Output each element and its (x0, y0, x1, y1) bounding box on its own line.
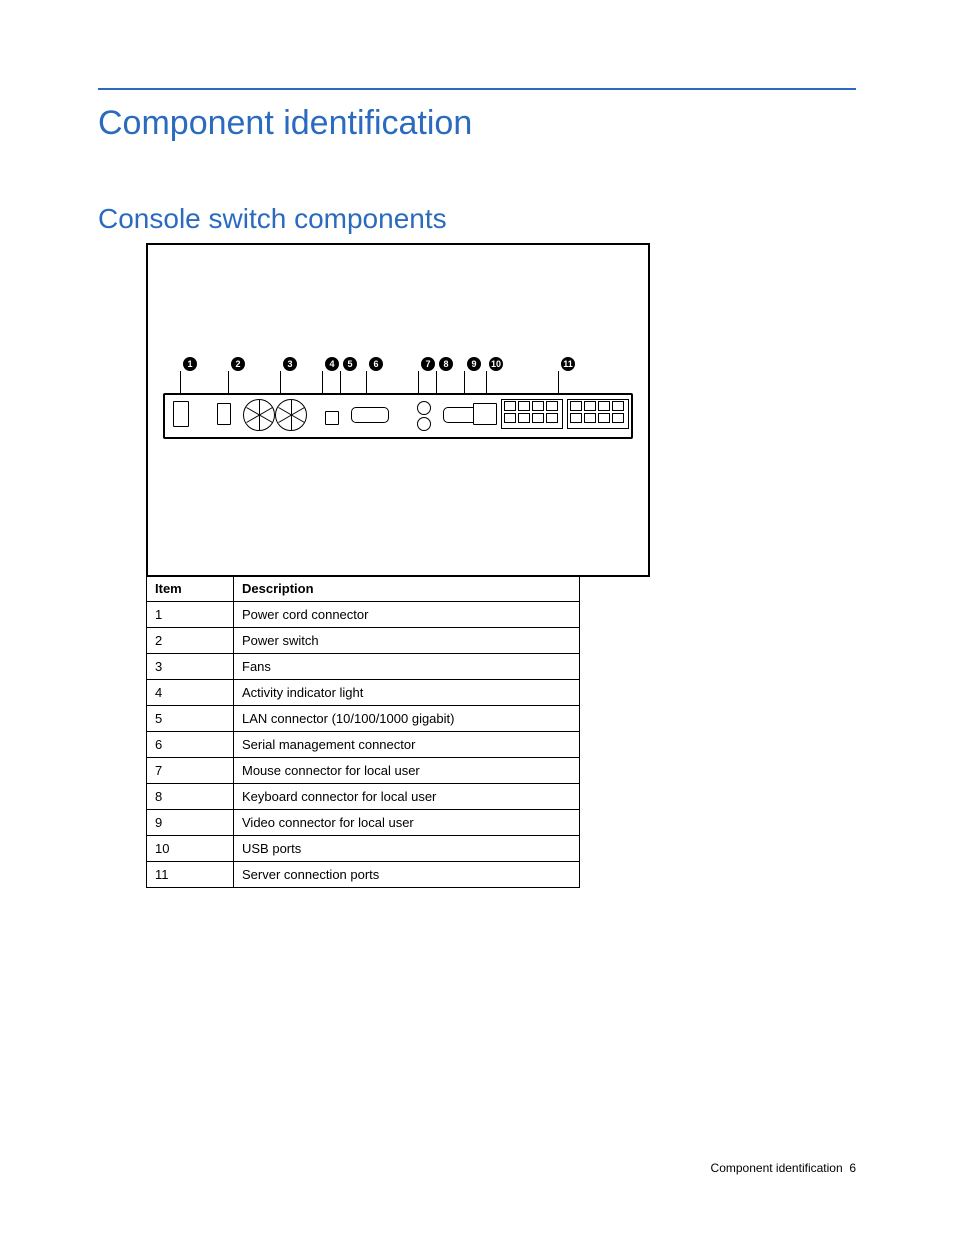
table-row: 6Serial management connector (147, 732, 580, 758)
table-cell: 8 (147, 784, 234, 810)
table-cell: 4 (147, 680, 234, 706)
table-row: 1Power cord connector (147, 602, 580, 628)
leader-line (322, 371, 323, 393)
table-cell: 11 (147, 862, 234, 888)
table-row: 11Server connection ports (147, 862, 580, 888)
leader-line (418, 371, 419, 393)
table-cell: Fans (234, 654, 580, 680)
leader-line (340, 371, 341, 393)
leader-line (180, 371, 181, 393)
table-row: 5LAN connector (10/100/1000 gigabit) (147, 706, 580, 732)
lan-connector-icon (325, 411, 339, 425)
table-cell: Power cord connector (234, 602, 580, 628)
callout-7: 7 (421, 357, 435, 371)
fan-icon (275, 399, 307, 431)
page-footer: Component identification 6 (711, 1161, 856, 1175)
table-row: 4Activity indicator light (147, 680, 580, 706)
leader-line (464, 371, 465, 393)
table-cell: 6 (147, 732, 234, 758)
leader-line (486, 371, 487, 393)
table-row: 3Fans (147, 654, 580, 680)
leader-line (280, 371, 281, 393)
table-cell: Server connection ports (234, 862, 580, 888)
table-cell: Keyboard connector for local user (234, 784, 580, 810)
callout-6: 6 (369, 357, 383, 371)
section-title: Console switch components (98, 203, 856, 235)
power-switch-icon (217, 403, 231, 425)
callout-1: 1 (183, 357, 197, 371)
table-cell: USB ports (234, 836, 580, 862)
table-cell: Activity indicator light (234, 680, 580, 706)
callout-9: 9 (467, 357, 481, 371)
callout-8: 8 (439, 357, 453, 371)
table-row: 9Video connector for local user (147, 810, 580, 836)
table-cell: Mouse connector for local user (234, 758, 580, 784)
callout-2: 2 (231, 357, 245, 371)
keyboard-connector-icon (417, 417, 431, 431)
table-cell: 5 (147, 706, 234, 732)
leader-line (558, 371, 559, 393)
table-row: 2Power switch (147, 628, 580, 654)
table-cell: 3 (147, 654, 234, 680)
device-body (163, 393, 633, 439)
table-cell: Video connector for local user (234, 810, 580, 836)
table-header-row: Item Description (147, 576, 580, 602)
callout-row: 1 2 3 4 5 6 7 8 9 10 11 (173, 357, 633, 373)
serial-connector-icon (351, 407, 389, 423)
table-cell: 7 (147, 758, 234, 784)
table-row: 7Mouse connector for local user (147, 758, 580, 784)
table-cell: 2 (147, 628, 234, 654)
leader-line (228, 371, 229, 393)
header-rule (98, 88, 856, 90)
callout-11: 11 (561, 357, 575, 371)
table-header-item: Item (147, 576, 234, 602)
table-cell: Power switch (234, 628, 580, 654)
table-cell: 9 (147, 810, 234, 836)
leader-line (366, 371, 367, 393)
fan-icon (243, 399, 275, 431)
table-cell: 1 (147, 602, 234, 628)
callout-3: 3 (283, 357, 297, 371)
table-row: 8Keyboard connector for local user (147, 784, 580, 810)
callout-4: 4 (325, 357, 339, 371)
usb-ports-icon (473, 403, 497, 425)
page-title: Component identification (98, 104, 856, 143)
component-diagram: 1 2 3 4 5 6 7 8 9 10 11 (146, 243, 650, 577)
mouse-connector-icon (417, 401, 431, 415)
table-row: 10USB ports (147, 836, 580, 862)
table-header-description: Description (234, 576, 580, 602)
server-ports-icon (567, 399, 629, 429)
leader-line (436, 371, 437, 393)
power-connector-icon (173, 401, 189, 427)
footer-page-number: 6 (849, 1161, 856, 1175)
table-cell: Serial management connector (234, 732, 580, 758)
footer-section-label: Component identification (711, 1161, 843, 1175)
server-ports-icon (501, 399, 563, 429)
document-page: Component identification Console switch … (0, 0, 954, 1235)
callout-5: 5 (343, 357, 357, 371)
table-cell: 10 (147, 836, 234, 862)
description-table: Item Description 1Power cord connector 2… (146, 575, 580, 888)
callout-10: 10 (489, 357, 503, 371)
table-cell: LAN connector (10/100/1000 gigabit) (234, 706, 580, 732)
